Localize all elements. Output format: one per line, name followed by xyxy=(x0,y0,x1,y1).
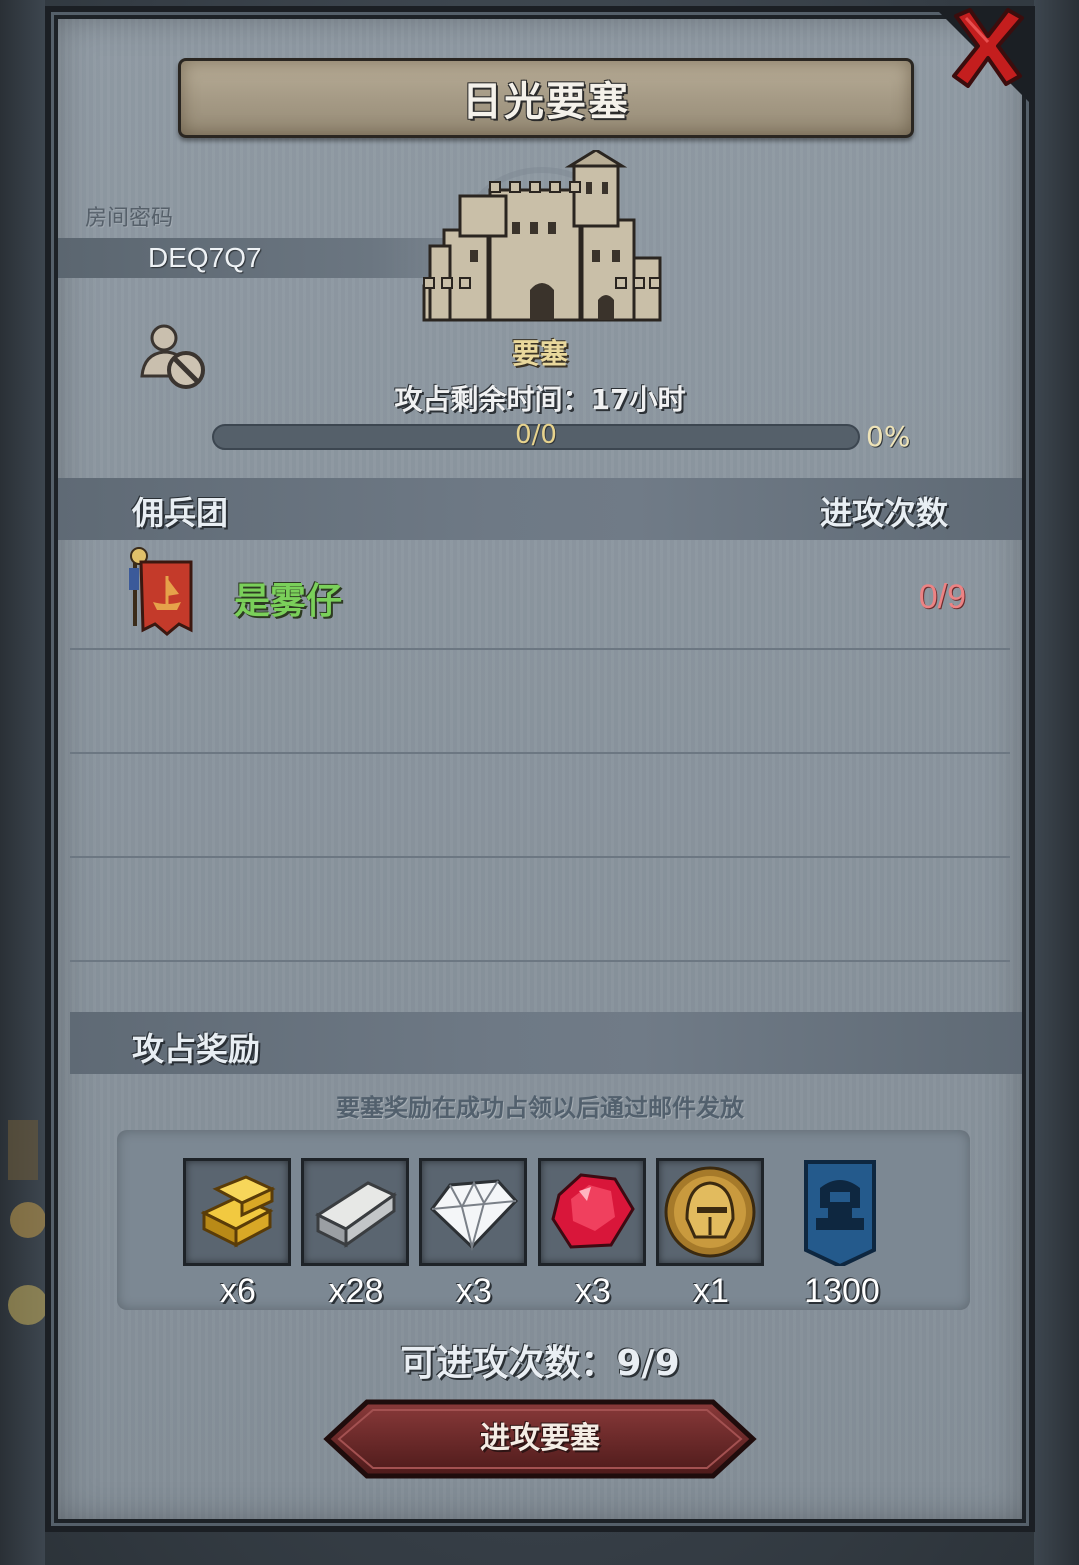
ruby-icon xyxy=(551,1173,635,1249)
table-row-empty xyxy=(70,858,1010,962)
progress-percent: 0% xyxy=(866,420,911,453)
close-icon[interactable] xyxy=(948,6,1028,88)
reward-item[interactable]: x28 xyxy=(301,1158,411,1310)
reward-item[interactable]: x1 xyxy=(656,1158,766,1310)
title-banner: 日光要塞 xyxy=(178,58,914,138)
room-password-value: DEQ7Q7 xyxy=(148,242,262,273)
reward-qty: x3 xyxy=(575,1272,611,1310)
rewards-title: 攻占奖励 xyxy=(132,1030,261,1068)
user-blocked-icon[interactable] xyxy=(138,322,210,392)
room-password-label: 房间密码 xyxy=(85,206,174,231)
fortress-type-label: 要塞 xyxy=(511,337,568,370)
guild-name: 是雾仔 xyxy=(234,581,343,622)
progress-count: 0/0 xyxy=(515,420,557,450)
reward-item[interactable]: x3 xyxy=(419,1158,529,1310)
reward-frame xyxy=(183,1158,291,1266)
attack-fortress-label: 进攻要塞 xyxy=(480,1421,600,1456)
table-row[interactable] xyxy=(70,546,1010,650)
rewards-note: 要塞奖励在成功占领以后通过邮件发放 xyxy=(336,1094,744,1122)
fortress-pennant-icon xyxy=(804,1160,876,1269)
reward-qty: 1300 xyxy=(804,1272,880,1310)
gold-bars-icon xyxy=(200,1175,276,1248)
background-right-strip xyxy=(1034,0,1079,1565)
knight-helmet-medal-icon xyxy=(664,1166,756,1258)
reward-qty: x28 xyxy=(328,1272,384,1310)
guild-banner-icon xyxy=(129,547,193,636)
reward-item[interactable]: x3 xyxy=(538,1158,648,1310)
reward-frame xyxy=(656,1158,764,1266)
castle-icon xyxy=(422,150,662,322)
background-side-icons xyxy=(8,1120,46,1325)
reward-item[interactable]: x6 xyxy=(183,1158,293,1310)
reward-frame xyxy=(538,1158,646,1266)
silver-bar-icon xyxy=(314,1181,397,1248)
attack-fortress-button[interactable]: 进攻要塞 xyxy=(323,1398,757,1480)
diamond-icon xyxy=(429,1179,519,1251)
reward-frame xyxy=(419,1158,527,1266)
guild-attack-count: 0/9 xyxy=(918,578,966,616)
remaining-time: 攻占剩余时间：17小时 xyxy=(394,383,686,416)
reward-item[interactable]: 1300 xyxy=(786,1158,896,1310)
mercenaries-title: 佣兵团 xyxy=(132,494,229,532)
table-row-empty xyxy=(70,754,1010,858)
reward-frame xyxy=(301,1158,409,1266)
reward-qty: x1 xyxy=(693,1272,729,1310)
table-row-empty xyxy=(70,650,1010,754)
attack-count-header: 进攻次数 xyxy=(820,494,949,532)
dialog-title: 日光要塞 xyxy=(462,79,630,125)
reward-qty: x3 xyxy=(456,1272,492,1310)
attacks-remaining: 可进攻次数：9/9 xyxy=(400,1343,680,1384)
reward-qty: x6 xyxy=(220,1272,256,1310)
